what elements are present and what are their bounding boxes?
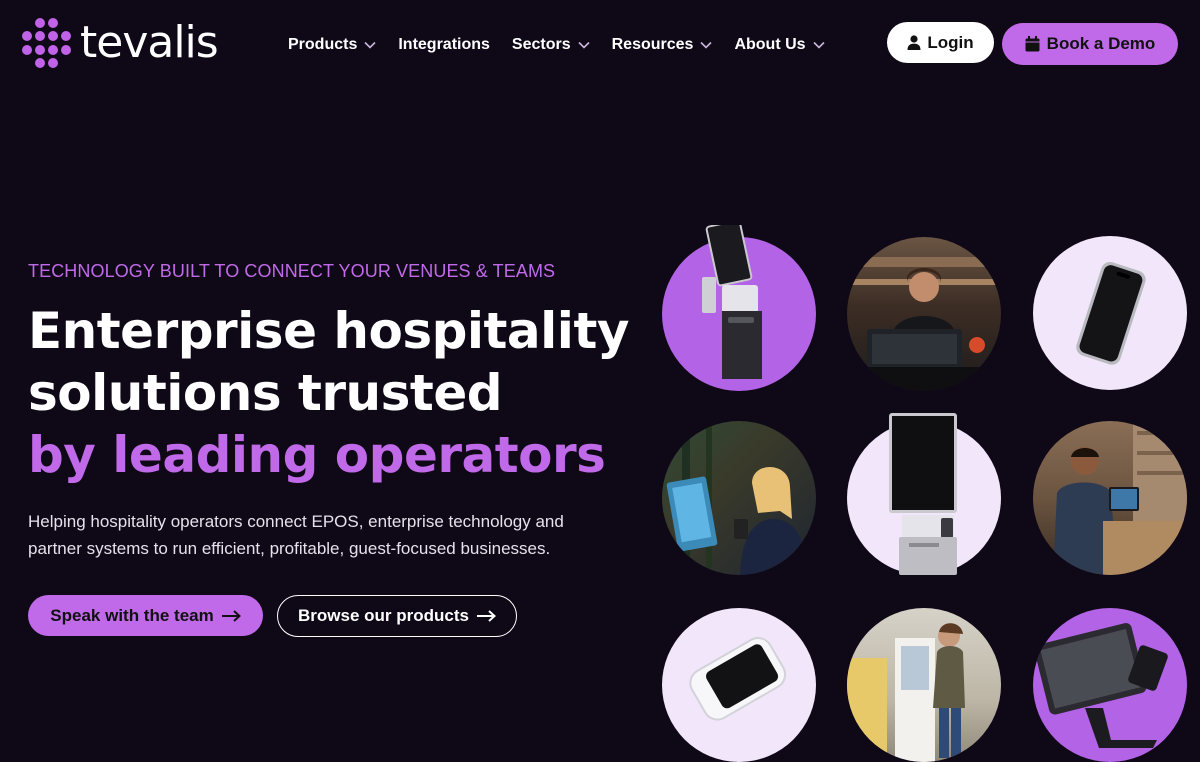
book-demo-label: Book a Demo: [1046, 34, 1156, 53]
staff-at-till-photo: [847, 257, 1001, 391]
staff-with-phone-photo: [666, 421, 808, 575]
gallery-item-smartphone: [1033, 236, 1187, 390]
nav-item-sectors[interactable]: Sectors: [512, 34, 590, 56]
headline-accent: by leading operators: [28, 426, 606, 484]
gallery-item-staff-phone: [662, 421, 816, 575]
pos-terminal-icon: [1034, 623, 1168, 748]
nav-item-label: About Us: [734, 36, 806, 53]
calendar-icon: [1025, 36, 1040, 52]
nav-item-label: Integrations: [398, 36, 490, 53]
kiosk-terminal-icon: [702, 225, 762, 379]
nav-item-products[interactable]: Products: [288, 34, 376, 56]
nav-item-resources[interactable]: Resources: [612, 34, 713, 56]
gallery-item-customer-kiosk: [847, 608, 1001, 762]
arrow-right-icon: [221, 609, 241, 622]
chevron-down-icon: [700, 41, 713, 49]
gallery-item-pos-terminal: [1033, 608, 1187, 762]
browse-products-label: Browse our products: [298, 606, 469, 625]
chevron-down-icon: [812, 41, 825, 49]
brand-logo[interactable]: tevalis: [22, 17, 219, 68]
logo-dots-icon: [22, 18, 72, 68]
user-icon: [907, 35, 921, 50]
chevron-down-icon: [364, 41, 376, 49]
staff-at-epos-photo: [1053, 421, 1187, 575]
nav-item-about-us[interactable]: About Us: [734, 34, 825, 56]
headline-line-2: solutions trusted: [28, 364, 503, 422]
chevron-down-icon: [578, 41, 590, 49]
gallery-item-staff-epos: [1033, 421, 1187, 575]
nav-item-label: Sectors: [511, 36, 571, 53]
gallery-item-staff-till: [847, 237, 1001, 391]
speak-with-team-label: Speak with the team: [50, 605, 214, 625]
nav-item-label: Resources: [611, 36, 694, 53]
speak-with-team-button[interactable]: Speak with the team: [28, 595, 263, 636]
hero-headline: Enterprise hospitality solutions trusted…: [28, 300, 629, 486]
main-nav: Products Integrations Sectors Resources …: [288, 34, 847, 56]
headline-line-1: Enterprise hospitality: [28, 302, 629, 360]
brand-name: tevalis: [80, 17, 219, 68]
login-label: Login: [927, 32, 974, 52]
login-button[interactable]: Login: [887, 22, 994, 63]
arrow-right-icon: [476, 610, 496, 622]
hero-eyebrow: TECHNOLOGY BUILT TO CONNECT YOUR VENUES …: [28, 261, 556, 281]
customer-at-kiosk-photo: [847, 623, 965, 762]
book-demo-button[interactable]: Book a Demo: [1002, 23, 1178, 65]
gallery-item-self-service-kiosk: [847, 413, 1001, 575]
card-payment-terminal-icon: [689, 637, 787, 721]
nav-item-integrations[interactable]: Integrations: [398, 34, 490, 56]
hero-subtext: Helping hospitality operators connect EP…: [28, 512, 564, 558]
nav-item-label: Products: [288, 36, 358, 53]
browse-products-button[interactable]: Browse our products: [277, 595, 517, 637]
smartphone-icon: [1076, 261, 1146, 365]
self-service-kiosk-icon: [889, 413, 957, 575]
gallery-item-kiosk: [662, 225, 816, 391]
gallery-item-card-terminal: [662, 608, 816, 762]
